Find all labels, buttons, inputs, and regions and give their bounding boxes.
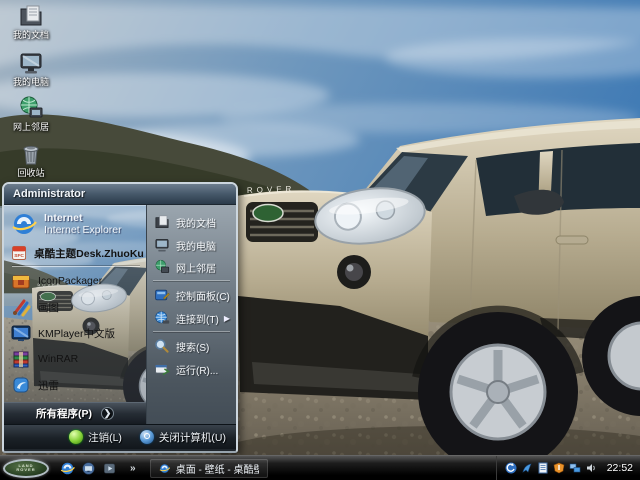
taskbar: LAND ROVER »: [0, 455, 640, 480]
menu-item-network-places[interactable]: 网上邻居: [154, 257, 234, 277]
tray-arrow-icon[interactable]: [521, 462, 533, 474]
desktop-icon-label: 我的文档: [0, 30, 62, 40]
menu-item-iconpackager[interactable]: IconPackager: [11, 269, 144, 293]
menu-item-label: 我的文档: [176, 215, 216, 230]
menu-item-run[interactable]: 运行(R)...: [154, 359, 234, 379]
iconpackager-icon: [11, 271, 31, 291]
menu-item-label: WinRAR: [38, 353, 78, 365]
start-menu-right-panel: 我的文档 我的电脑 网上邻居: [146, 205, 236, 424]
all-programs-label: 所有程序(P): [36, 406, 92, 421]
desktop-icon-my-computer[interactable]: 我的电脑: [0, 50, 62, 87]
menu-separator: [153, 280, 230, 281]
menu-item-kmplayer[interactable]: KMPlayer中文版: [11, 321, 144, 345]
internet-explorer-icon: [11, 211, 37, 237]
menu-item-label: 控制面板(C): [176, 288, 230, 303]
menu-item-sublabel: Internet Explorer: [44, 224, 122, 236]
my-documents-icon: [18, 3, 44, 29]
tray-document-icon[interactable]: [537, 462, 549, 474]
start-menu: Administrator Internet Internet: [2, 182, 238, 453]
menu-item-label: 画图: [38, 300, 59, 315]
menu-item-label: 搜索(S): [176, 339, 209, 354]
desktop-icon-label: 回收站: [0, 168, 62, 178]
menu-item-search[interactable]: 搜索(S): [154, 336, 234, 356]
start-menu-footer: 注销(L) 关闭计算机(U): [4, 424, 236, 449]
quick-launch-bar: »: [60, 461, 136, 476]
desktop-icon-my-documents[interactable]: 我的文档: [0, 3, 62, 40]
winrar-icon: [11, 349, 31, 369]
shut-down-icon: [140, 430, 154, 444]
menu-item-label: 迅雷: [38, 378, 59, 393]
menu-item-thunder[interactable]: 迅雷: [11, 373, 144, 397]
all-programs-button[interactable]: 所有程序(P) ❯: [4, 402, 146, 424]
menu-item-internet[interactable]: Internet Internet Explorer: [11, 208, 144, 240]
network-places-icon: [18, 95, 44, 121]
tray-network-icon[interactable]: [569, 462, 581, 474]
recycle-bin-icon: [18, 141, 44, 167]
menu-item-label: 网上邻居: [176, 260, 216, 275]
menu-item-label: 桌酷主题Desk.ZhuoKu.Com: [34, 246, 144, 261]
show-desktop-icon[interactable]: [81, 461, 96, 476]
desktop-icon-network-places[interactable]: 网上邻居: [0, 95, 62, 132]
menu-item-label: 我的电脑: [176, 238, 216, 253]
log-off-icon: [69, 430, 83, 444]
menu-item-zhuoku-theme[interactable]: SFC 桌酷主题Desk.ZhuoKu.Com: [11, 242, 144, 264]
menu-item-label: IconPackager: [38, 275, 102, 287]
desktop-icon-recycle-bin[interactable]: 回收站: [0, 141, 62, 178]
menu-separator: [12, 266, 140, 267]
start-menu-header: Administrator: [4, 184, 236, 205]
menu-separator: [153, 331, 230, 332]
my-computer-icon: [18, 50, 44, 76]
tray-volume-icon[interactable]: [585, 462, 597, 474]
search-icon: [154, 338, 170, 354]
start-menu-left-panel: Internet Internet Explorer SFC 桌酷主题Desk.…: [4, 205, 146, 424]
all-programs-arrow-icon: ❯: [101, 407, 114, 420]
svg-text:SFC: SFC: [14, 253, 24, 259]
tray-rotate-icon[interactable]: [505, 462, 517, 474]
menu-item-label: KMPlayer中文版: [38, 326, 115, 341]
paint-icon: [11, 297, 31, 317]
zhuoku-theme-icon: SFC: [11, 243, 27, 263]
menu-item-label: 运行(R)...: [176, 362, 218, 377]
menu-item-label: Internet: [44, 212, 122, 224]
my-documents-icon: [154, 214, 170, 230]
network-places-icon: [154, 259, 170, 275]
menu-item-my-documents[interactable]: 我的文档: [154, 212, 234, 232]
desktop-icon-label: 我的电脑: [0, 77, 62, 87]
menu-item-connect-to[interactable]: 连接到(T) ▶: [154, 308, 234, 328]
shut-down-button[interactable]: 关闭计算机(U): [140, 430, 226, 445]
run-icon: [154, 361, 170, 377]
menu-item-label: 连接到(T): [176, 311, 219, 326]
log-off-label: 注销(L): [88, 430, 122, 445]
taskbar-clock: 22:52: [607, 462, 633, 474]
submenu-arrow-icon: ▶: [224, 314, 230, 323]
menu-item-my-computer[interactable]: 我的电脑: [154, 235, 234, 255]
kmplayer-icon: [11, 323, 31, 343]
tray-security-icon[interactable]: [553, 462, 565, 474]
media-player-icon[interactable]: [102, 461, 117, 476]
desktop-screen: ROVER: [0, 0, 640, 480]
internet-explorer-icon[interactable]: [60, 461, 75, 476]
start-button[interactable]: LAND ROVER: [3, 459, 49, 478]
log-off-button[interactable]: 注销(L): [69, 430, 122, 445]
task-button-label: 桌面 - 壁纸 - 桌酷壁...: [176, 461, 259, 476]
control-panel-icon: [154, 287, 170, 303]
quick-launch-overflow-chevron[interactable]: »: [130, 463, 136, 474]
user-name: Administrator: [13, 188, 85, 200]
menu-item-winrar[interactable]: WinRAR: [11, 347, 144, 371]
thunder-icon: [11, 375, 31, 395]
internet-explorer-icon: [159, 462, 170, 475]
shut-down-label: 关闭计算机(U): [159, 430, 226, 445]
system-tray: 22:52: [496, 456, 640, 480]
start-button-text: ROVER: [16, 468, 35, 472]
connect-to-icon: [154, 310, 170, 326]
my-computer-icon: [154, 237, 170, 253]
menu-item-paint[interactable]: 画图: [11, 295, 144, 319]
desktop-icon-label: 网上邻居: [0, 122, 62, 132]
task-button-wallpaper-page[interactable]: 桌面 - 壁纸 - 桌酷壁...: [150, 459, 268, 478]
menu-item-control-panel[interactable]: 控制面板(C): [154, 285, 234, 305]
